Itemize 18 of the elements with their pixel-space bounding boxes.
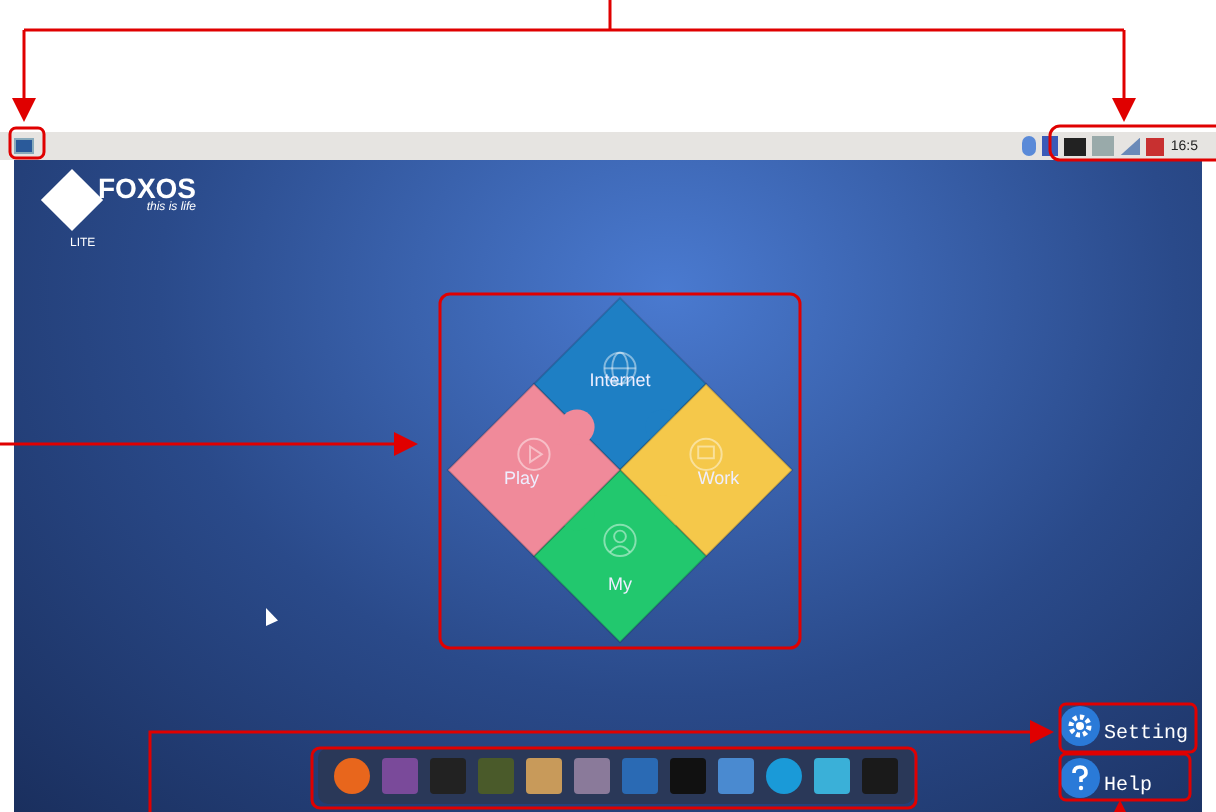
desktop-button[interactable]: Help <box>1055 756 1192 800</box>
signal-icon[interactable] <box>1120 137 1141 155</box>
gear-icon <box>1059 706 1100 746</box>
puzzle-label: Work <box>697 470 740 488</box>
user-icon <box>603 523 637 557</box>
puzzle-label: Play <box>503 470 539 488</box>
puzzle-label: Internet <box>589 371 651 390</box>
puzzle-label: My <box>608 575 632 594</box>
highlight-frame <box>1058 702 1198 754</box>
play-icon <box>517 437 551 471</box>
help-icon <box>1059 758 1100 798</box>
desktop-button[interactable]: Setting <box>1055 704 1192 748</box>
window-icon[interactable] <box>14 138 34 154</box>
annotation-arrow <box>1108 800 1132 812</box>
highlight-frame <box>8 126 46 160</box>
mouse-cursor-icon <box>266 608 278 626</box>
highlight-frame <box>1058 752 1192 802</box>
logo-name: FOXOS <box>98 174 197 203</box>
